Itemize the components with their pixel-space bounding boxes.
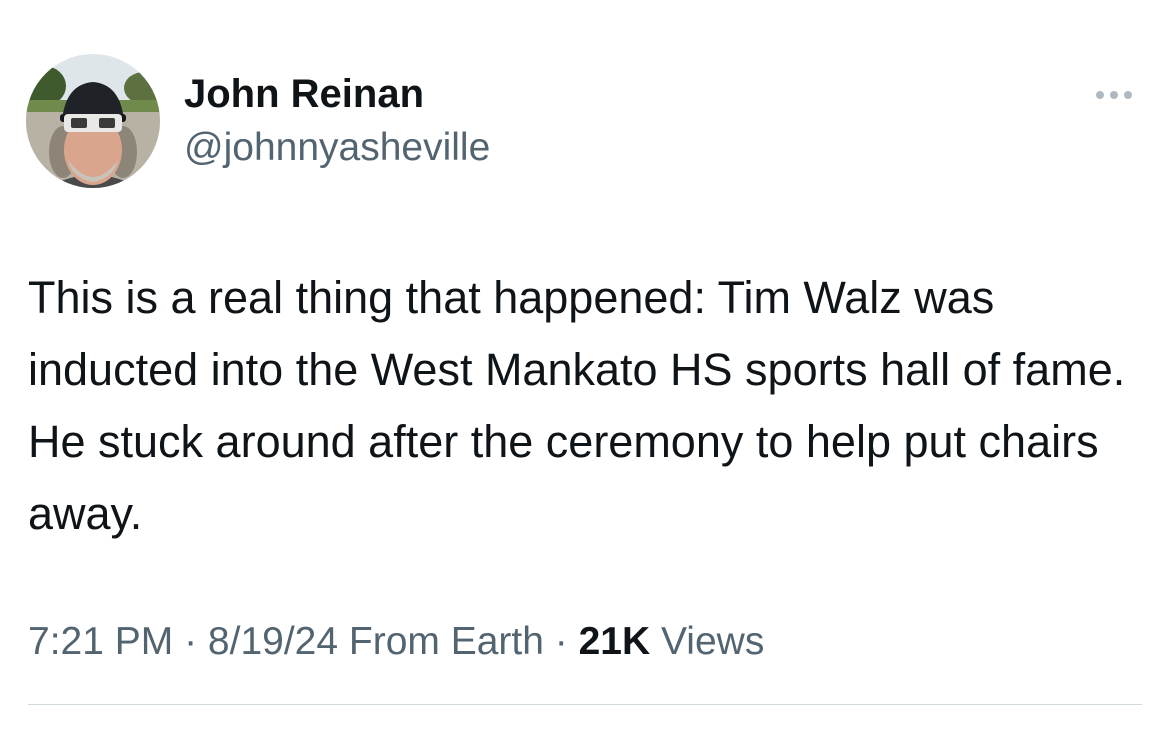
views-count: 21K	[578, 620, 651, 663]
views-label: Views	[661, 620, 765, 663]
tweet-text: This is a real thing that happened: Tim …	[28, 272, 1126, 539]
author-handle[interactable]: @johnnyasheville	[184, 125, 490, 171]
author-name[interactable]: John Reinan	[184, 70, 424, 118]
tweet-metadata: 7:21 PM · 8/19/24 From Earth · 21K Views	[28, 618, 764, 666]
separator: ·	[543, 620, 579, 663]
ellipsis-icon	[1096, 91, 1132, 99]
tweet-source: From Earth	[348, 620, 544, 663]
tweet-date[interactable]: 8/19/24	[208, 620, 338, 663]
avatar[interactable]	[26, 54, 160, 188]
tweet-time[interactable]: 7:21 PM	[28, 620, 173, 663]
profile-photo-icon	[26, 54, 160, 188]
tweet: John Reinan @johnnyasheville This is a r…	[0, 0, 1170, 730]
more-options-button[interactable]	[1090, 80, 1138, 110]
divider	[28, 704, 1142, 705]
separator: ·	[173, 620, 208, 663]
